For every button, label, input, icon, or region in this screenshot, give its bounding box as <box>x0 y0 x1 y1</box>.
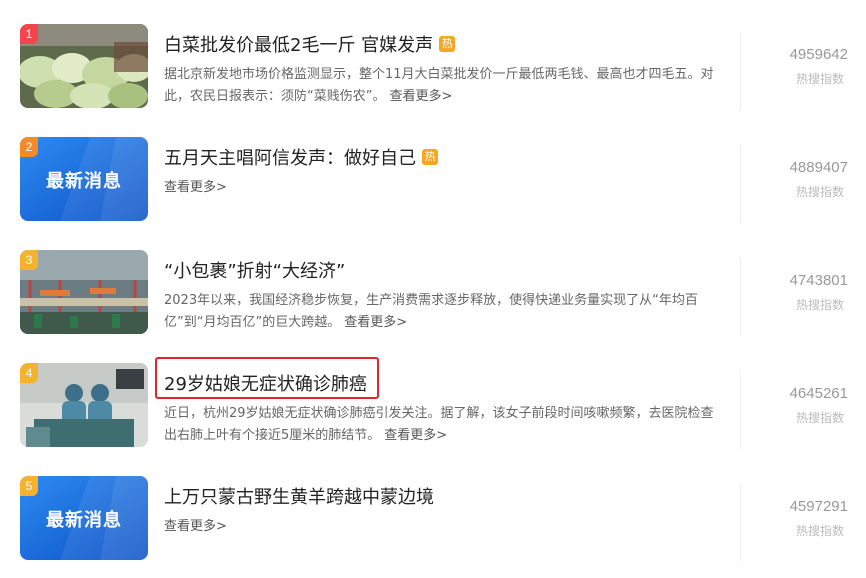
news-title[interactable]: 29岁姑娘无症状确诊肺癌 <box>164 370 367 396</box>
news-thumbnail[interactable]: 最新消息 5 <box>20 476 148 560</box>
hot-score-label: 热搜指数 <box>795 185 844 199</box>
list-item: 1 白菜批发价最低2毛一斤 官媒发声 热 据北京新发地市场价格监测显示，整个11… <box>0 0 866 113</box>
view-more-link[interactable]: 查看更多> <box>164 519 227 534</box>
hot-score: 4889407 <box>789 159 848 176</box>
news-description: 2023年以来，我国经济稳步恢复，生产消费需求逐步释放，使得快递业务量实现了从“… <box>164 290 716 334</box>
news-thumbnail[interactable]: 4 <box>20 363 148 447</box>
news-title[interactable]: 白菜批发价最低2毛一斤 官媒发声 <box>164 31 433 57</box>
list-item: 4 29岁姑娘无症状确诊肺癌 近日，杭州29岁姑娘无症状确诊肺癌引发关注。据了解… <box>0 339 866 452</box>
news-description: 查看更多> <box>160 177 712 199</box>
divider <box>740 32 741 110</box>
news-thumbnail[interactable]: 3 <box>20 250 148 334</box>
rank-badge: 2 <box>20 137 38 157</box>
rank-badge: 3 <box>20 250 38 270</box>
warehouse-photo-icon <box>20 250 148 334</box>
hot-score-label: 热搜指数 <box>795 298 844 312</box>
list-item: 最新消息 5 上万只蒙古野生黄羊跨越中蒙边境 查看更多> 4597291 热搜指… <box>0 452 866 565</box>
news-description: 查看更多> <box>160 516 712 538</box>
view-more-link[interactable]: 查看更多> <box>164 180 227 195</box>
hot-badge: 热 <box>422 149 438 165</box>
view-more-link[interactable]: 查看更多> <box>389 89 452 104</box>
view-more-link[interactable]: 查看更多> <box>344 315 407 330</box>
divider <box>740 371 741 449</box>
hot-score-label: 热搜指数 <box>795 72 844 86</box>
hot-score: 4597291 <box>789 498 848 515</box>
divider <box>740 258 741 336</box>
list-item: 3 “小包裹”折射“大经济” 2023年以来，我国经济稳步恢复，生产消费需求逐步… <box>0 226 866 339</box>
thumbnail-caption: 最新消息 <box>46 510 122 531</box>
cabbage-photo-icon <box>20 24 148 108</box>
hot-score: 4743801 <box>789 272 848 289</box>
divider <box>740 484 741 562</box>
news-title[interactable]: “小包裹”折射“大经济” <box>164 257 345 283</box>
news-title[interactable]: 上万只蒙古野生黄羊跨越中蒙边境 <box>164 483 434 509</box>
description-text: 2023年以来，我国经济稳步恢复，生产消费需求逐步释放，使得快递业务量实现了从“… <box>164 293 698 330</box>
surgery-photo-icon <box>20 363 148 447</box>
hot-badge: 热 <box>439 36 456 52</box>
rank-badge: 5 <box>20 476 38 496</box>
hot-score-label: 热搜指数 <box>795 411 844 425</box>
hot-score-label: 热搜指数 <box>795 524 844 538</box>
thumbnail-caption: 最新消息 <box>46 171 122 192</box>
list-item: 最新消息 2 五月天主唱阿信发声：做好自己 热 查看更多> 4889407 热搜… <box>0 113 866 226</box>
news-description: 近日，杭州29岁姑娘无症状确诊肺癌引发关注。据了解，该女子前段时间咳嗽频繁，去医… <box>164 403 716 447</box>
hot-score: 4645261 <box>789 385 848 402</box>
divider <box>740 145 741 223</box>
news-description: 据北京新发地市场价格监测显示，整个11月大白菜批发价一斤最低两毛钱、最高也才四毛… <box>164 64 716 108</box>
view-more-link[interactable]: 查看更多> <box>384 428 447 443</box>
news-thumbnail[interactable]: 1 <box>20 24 148 108</box>
rank-badge: 4 <box>20 363 38 383</box>
rank-badge: 1 <box>20 24 38 44</box>
hot-score: 4959642 <box>789 46 848 63</box>
news-thumbnail[interactable]: 最新消息 2 <box>20 137 148 221</box>
news-title[interactable]: 五月天主唱阿信发声：做好自己 <box>164 144 416 170</box>
